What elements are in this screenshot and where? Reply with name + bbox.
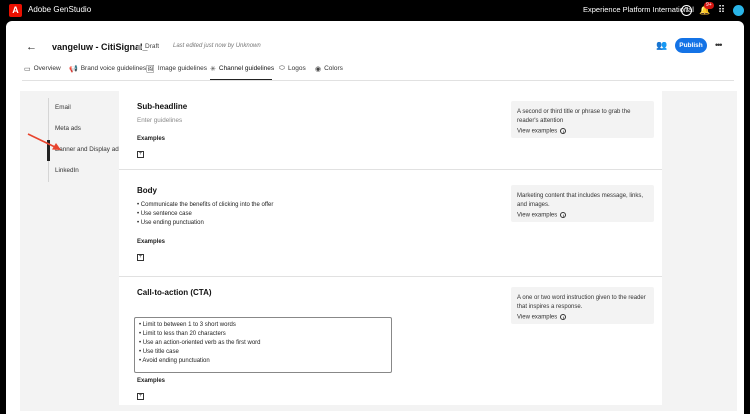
- back-arrow-icon[interactable]: ←: [26, 41, 37, 53]
- cta-guideline-item: • Use title case: [139, 349, 179, 355]
- last-edited-text: Last edited just now by Unknown: [173, 43, 261, 49]
- tab-overview[interactable]: ▭ Overview: [24, 65, 61, 81]
- avatar[interactable]: [733, 5, 744, 16]
- info-icon: i: [560, 314, 567, 320]
- sidenav-item-meta-ads[interactable]: Meta ads: [55, 125, 81, 132]
- tab-brand-voice[interactable]: 📢 Brand voice guidelines: [69, 65, 146, 81]
- publish-button[interactable]: Publish: [675, 38, 707, 53]
- help-description: Marketing content that includes message,…: [517, 193, 644, 208]
- cta-examples-label: Examples: [137, 378, 166, 384]
- users-icon[interactable]: 👥: [656, 40, 667, 51]
- channel-icon: ✳: [210, 66, 216, 73]
- tab-label: Logos: [287, 65, 306, 72]
- apps-grid-icon[interactable]: ⠿: [716, 5, 727, 16]
- view-examples-label: View examples: [517, 128, 558, 135]
- top-bar: A Adobe GenStudio Experience Platform In…: [0, 0, 750, 21]
- image-icon: 🖼: [146, 66, 155, 73]
- help-description: A one or two word instruction given to t…: [517, 295, 646, 310]
- red-arrow-annotation: [27, 133, 61, 150]
- sidenav-item-banner-display-ads[interactable]: Banner and Display ads: [55, 146, 122, 153]
- body-guideline-item: • Use ending punctuation: [137, 220, 204, 226]
- section-divider: [119, 169, 662, 170]
- tab-label: Image guidelines: [157, 65, 208, 72]
- body-guideline-item: • Use sentence case: [137, 211, 192, 217]
- megaphone-icon: 📢: [69, 66, 78, 73]
- cta-help-card: A one or two word instruction given to t…: [511, 287, 654, 324]
- help-icon[interactable]: ?: [681, 5, 692, 16]
- body-guideline-item: • Communicate the benefits of clicking i…: [137, 202, 274, 208]
- more-actions-icon[interactable]: •••: [715, 40, 723, 50]
- info-icon: i: [560, 128, 567, 134]
- overview-icon: ▭: [24, 66, 31, 73]
- section-title-body: Body: [137, 186, 157, 195]
- cta-add-example-button[interactable]: +: [137, 393, 144, 400]
- body-examples-label: Examples: [137, 239, 166, 245]
- cta-guideline-item: • Use an action-oriented verb as the fir…: [139, 340, 261, 346]
- page-title: vangeluw - CitiSignal_: [52, 42, 148, 52]
- tab-image-guidelines[interactable]: 🖼 Image guidelines: [146, 65, 207, 81]
- subheadline-guidelines-input[interactable]: Enter guidelines: [137, 117, 182, 124]
- info-icon: i: [560, 212, 567, 218]
- body-add-example-button[interactable]: +: [137, 254, 144, 261]
- adobe-logo-icon: A: [9, 4, 22, 17]
- app-name[interactable]: Adobe GenStudio: [28, 5, 91, 14]
- subheadline-examples-label: Examples: [137, 136, 166, 142]
- body-view-examples-link[interactable]: View examples i: [517, 212, 567, 219]
- tab-label: Brand voice guidelines: [80, 65, 147, 72]
- cta-guideline-item: • Limit to less than 20 characters: [139, 331, 226, 337]
- app-window: ← vangeluw - CitiSignal_ Draft Last edit…: [6, 21, 744, 414]
- status-badge: Draft: [145, 43, 160, 50]
- section-divider: [119, 276, 662, 277]
- subheadline-view-examples-link[interactable]: View examples i: [517, 128, 567, 135]
- section-title-cta: Call-to-action (CTA): [137, 288, 212, 297]
- help-description: A second or third title or phrase to gra…: [517, 109, 631, 124]
- cta-guideline-item: • Avoid ending punctuation: [139, 358, 210, 364]
- tab-colors[interactable]: ◉ Colors: [315, 65, 343, 81]
- view-examples-label: View examples: [517, 212, 558, 219]
- body-help-card: Marketing content that includes message,…: [511, 185, 654, 222]
- sidenav-item-email[interactable]: Email: [55, 104, 71, 111]
- content-area: Email Meta ads Banner and Display ads Li…: [20, 91, 737, 411]
- subheadline-add-example-button[interactable]: +: [137, 151, 144, 158]
- logo-icon: ⬭: [279, 65, 285, 72]
- org-switcher[interactable]: Experience Platform International: [583, 5, 694, 14]
- cta-view-examples-link[interactable]: View examples i: [517, 314, 567, 321]
- palette-icon: ◉: [315, 66, 322, 73]
- tab-label: Overview: [33, 65, 61, 72]
- cta-guideline-item: • Limit to between 1 to 3 short words: [139, 322, 236, 328]
- tab-label: Colors: [324, 65, 343, 72]
- view-examples-label: View examples: [517, 314, 558, 321]
- section-title-subheadline: Sub-headline: [137, 102, 188, 111]
- status-dot-icon: [137, 45, 142, 50]
- subheadline-help-card: A second or third title or phrase to gra…: [511, 101, 654, 138]
- sidenav-item-linkedin[interactable]: LinkedIn: [55, 167, 79, 174]
- tab-label: Channel guidelines: [218, 65, 275, 72]
- tab-divider: [22, 80, 734, 81]
- tab-channel-guidelines[interactable]: ✳ Channel guidelines: [210, 65, 274, 81]
- tab-logos[interactable]: ⬭ Logos: [279, 65, 306, 81]
- guidelines-panel: Sub-headline Enter guidelines Examples +…: [119, 91, 662, 405]
- notification-badge: 9+: [704, 2, 714, 9]
